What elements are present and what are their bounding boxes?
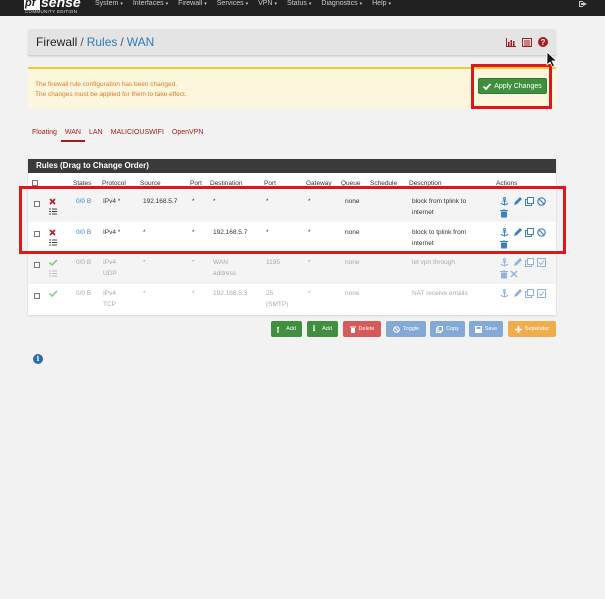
log-icon[interactable]: [522, 37, 532, 47]
plus-icon: [514, 325, 522, 333]
chevron-down-icon: ▾: [308, 1, 312, 7]
row-checkbox[interactable]: [34, 262, 40, 268]
pencil-icon[interactable]: [513, 258, 522, 267]
table-row[interactable]: 0/0 B IPv4 TCP * * 192.168.5.3 25 (SMTP)…: [28, 284, 556, 315]
breadcrumb-wan[interactable]: WAN: [127, 35, 155, 49]
alert-line-1: The firewall rule configuration has been…: [35, 81, 178, 88]
breadcrumb: Firewall / Rules / WAN: [36, 35, 155, 49]
menu-vpn[interactable]: VPN ▾: [258, 0, 277, 10]
main-menu: System ▾ Interfaces ▾ Firewall ▾ Services ▾ …: [95, 0, 401, 10]
queue-value: none: [345, 259, 360, 266]
menu-diagnostics[interactable]: Diagnostics ▾: [321, 0, 362, 10]
destination-value: 192.168.5.3: [213, 290, 248, 297]
trash-icon: [349, 326, 356, 333]
source-value: *: [143, 259, 146, 266]
row-checkbox[interactable]: [34, 293, 40, 299]
protocol-value: IPv4: [103, 290, 117, 297]
chart-icon[interactable]: [506, 37, 516, 47]
description-line-1: let vpn through: [412, 259, 456, 266]
states-value[interactable]: 0/0 B: [76, 259, 91, 266]
dest-port-value: 25: [266, 290, 274, 297]
anchor-icon[interactable]: [500, 289, 509, 298]
copy-button[interactable]: Copy: [430, 321, 465, 337]
description-line-1: NAT receive emails: [412, 290, 468, 297]
save-button[interactable]: Save: [469, 321, 503, 337]
breadcrumb-rules[interactable]: Rules: [87, 35, 118, 49]
save-icon: [474, 325, 482, 333]
protocol-value-2: TCP: [103, 301, 116, 308]
source-value: *: [143, 290, 146, 297]
chevron-down-icon: ▾: [204, 1, 207, 7]
gateway-value: *: [308, 290, 311, 297]
dest-port-value: 1195: [266, 259, 280, 266]
add-top-button[interactable]: Add: [271, 321, 302, 337]
tab-wan[interactable]: WAN: [60, 127, 85, 142]
copy-icon: [436, 325, 444, 333]
pencil-icon[interactable]: [513, 289, 522, 298]
top-navbar: pf sense COMMUNITY EDITION System ▾ Inter…: [0, 0, 605, 16]
tab-lan[interactable]: LAN: [85, 127, 107, 142]
pass-check-icon: [49, 259, 58, 266]
protocol-value-2: UDP: [103, 270, 117, 277]
add-bottom-button[interactable]: Add: [307, 321, 338, 337]
menu-services[interactable]: Services ▾: [217, 0, 248, 10]
menu-firewall[interactable]: Firewall ▾: [178, 0, 207, 10]
copy-icon[interactable]: [525, 289, 534, 298]
menu-system[interactable]: System ▾: [95, 0, 123, 10]
rules-heading: Rules (Drag to Change Order): [28, 159, 556, 173]
logout-icon[interactable]: [578, 0, 588, 8]
states-value[interactable]: 0/0 B: [76, 290, 91, 297]
menu-status[interactable]: Status ▾: [287, 0, 311, 10]
enable-check-icon[interactable]: [537, 258, 546, 267]
chevron-down-icon: ▾: [359, 1, 363, 7]
info-icon[interactable]: i: [33, 354, 43, 364]
help-icon[interactable]: ?: [538, 37, 548, 47]
separator-button[interactable]: Separator: [508, 321, 556, 337]
chevron-down-icon: ▾: [245, 1, 249, 7]
chevron-down-icon: ▾: [274, 1, 278, 7]
source-port-value: *: [192, 259, 195, 266]
ban-icon: [393, 325, 400, 333]
source-port-value: *: [192, 290, 195, 297]
breadcrumb-panel: Firewall / Rules / WAN ?: [28, 29, 556, 56]
chevron-down-icon: ▾: [388, 1, 392, 7]
protocol-value: IPv4: [103, 259, 117, 266]
svg-text:?: ?: [541, 38, 546, 47]
toggle-button[interactable]: Toggle: [386, 321, 426, 337]
anchor-icon[interactable]: [500, 258, 509, 267]
log-list-icon: [49, 270, 57, 277]
queue-value: none: [345, 290, 360, 297]
breadcrumb-firewall: Firewall: [36, 35, 78, 49]
arrow-up-icon: [277, 326, 280, 333]
destination-value: WAN: [213, 259, 228, 266]
highlight-apply: [471, 64, 552, 109]
table-row[interactable]: 0/0 B IPv4 UDP * * WAN address 1195 * no…: [28, 253, 556, 284]
dest-port-value-2: (SMTP): [266, 301, 289, 308]
close-icon[interactable]: [510, 270, 518, 278]
interface-tabs: Floating WAN LAN MALICIOUSWIFI OpenVPN: [28, 127, 207, 142]
highlight-rules: [19, 186, 566, 254]
arrow-down-icon: [313, 325, 316, 332]
chevron-down-icon: ▾: [120, 1, 123, 7]
trash-icon[interactable]: [500, 270, 508, 279]
delete-button[interactable]: Delete: [343, 321, 381, 337]
menu-interfaces[interactable]: Interfaces ▾: [133, 0, 168, 10]
mouse-cursor-icon: [546, 51, 558, 68]
alert-line-2: The changes must be applied for them to …: [35, 91, 187, 98]
copy-icon[interactable]: [525, 258, 534, 267]
chevron-down-icon: ▾: [165, 1, 169, 7]
pass-check-icon: [49, 290, 58, 297]
pfsense-logo[interactable]: pf sense COMMUNITY EDITION: [24, 0, 86, 16]
gateway-value: *: [308, 259, 311, 266]
tab-openvpn[interactable]: OpenVPN: [168, 127, 208, 142]
tab-floating[interactable]: Floating: [28, 127, 61, 142]
menu-help[interactable]: Help ▾: [372, 0, 391, 10]
edition-label: COMMUNITY EDITION: [25, 9, 78, 14]
enable-check-icon[interactable]: [537, 289, 546, 298]
tab-maliciouswifi[interactable]: MALICIOUSWIFI: [107, 127, 168, 142]
destination-value-2: address: [213, 270, 237, 277]
